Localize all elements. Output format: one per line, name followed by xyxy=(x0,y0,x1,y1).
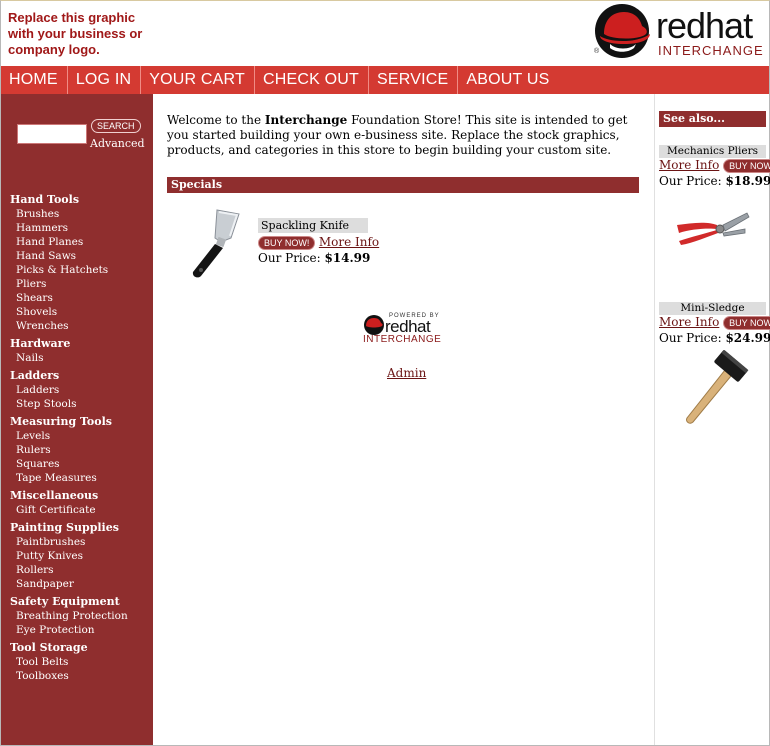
related-product-name[interactable]: Mechanics Pliers xyxy=(659,145,766,158)
category-item[interactable]: Levels xyxy=(10,429,150,443)
redhat-mini-icon xyxy=(364,315,384,335)
specials-header: Specials xyxy=(167,177,639,193)
related-product: Mini-Sledge More Info BUY NOW! Our Price… xyxy=(659,302,770,426)
category-group: Ladders Ladders Step Stools xyxy=(10,369,150,411)
price-value: $18.99 xyxy=(725,174,770,188)
category-item[interactable]: Hand Saws xyxy=(10,249,150,263)
category-item[interactable]: Shears xyxy=(10,291,150,305)
advanced-search-link[interactable]: Advanced xyxy=(90,137,145,150)
category-item[interactable]: Tape Measures xyxy=(10,471,150,485)
welcome-text: Welcome to the Interchange Foundation St… xyxy=(167,113,639,158)
category-item[interactable]: Ladders xyxy=(10,383,150,397)
category-title[interactable]: Safety Equipment xyxy=(10,595,150,609)
nav-about-us[interactable]: ABOUT US xyxy=(458,66,558,94)
price-value: $24.99 xyxy=(725,331,770,345)
category-item[interactable]: Hammers xyxy=(10,221,150,235)
brand-wordmark: redhat xyxy=(656,5,753,46)
buy-now-button[interactable]: BUY NOW! xyxy=(723,159,770,173)
related-product-price: Our Price: $24.99 xyxy=(659,330,770,346)
price-label: Our Price: xyxy=(659,174,726,188)
admin-link[interactable]: Admin xyxy=(387,366,426,380)
category-group: Measuring Tools Levels Rulers Squares Ta… xyxy=(10,415,150,485)
related-product: Mechanics Pliers More Info BUY NOW! Our … xyxy=(659,145,770,251)
left-sidebar: SEARCH Advanced Hand Tools Brushes Hamme… xyxy=(1,94,153,745)
nav-your-cart[interactable]: YOUR CART xyxy=(141,66,255,94)
category-item[interactable]: Picks & Hatchets xyxy=(10,263,150,277)
right-sidebar: See also... Mechanics Pliers More Info B… xyxy=(659,111,770,424)
more-info-link[interactable]: More Info xyxy=(319,235,379,249)
category-title[interactable]: Hardware xyxy=(10,337,150,351)
category-item[interactable]: Toolboxes xyxy=(10,669,150,683)
category-group: Hardware Nails xyxy=(10,337,150,365)
redhat-interchange-logo[interactable]: ® redhat INTERCHANGE xyxy=(594,4,764,60)
mechanics-pliers-image[interactable] xyxy=(673,203,753,251)
price-label: Our Price: xyxy=(659,331,726,345)
price-value: $14.99 xyxy=(324,251,371,265)
category-item[interactable]: Paintbrushes xyxy=(10,535,150,549)
category-item[interactable]: Squares xyxy=(10,457,150,471)
price-label: Our Price: xyxy=(258,251,325,265)
category-item[interactable]: Shovels xyxy=(10,305,150,319)
category-group: Miscellaneous Gift Certificate xyxy=(10,489,150,517)
mini-sledge-image[interactable] xyxy=(673,350,753,426)
main-content: Welcome to the Interchange Foundation St… xyxy=(167,113,639,380)
buy-now-button[interactable]: BUY NOW! xyxy=(723,316,770,330)
nav-service[interactable]: SERVICE xyxy=(369,66,459,94)
category-item[interactable]: Hand Planes xyxy=(10,235,150,249)
category-group: Painting Supplies Paintbrushes Putty Kni… xyxy=(10,521,150,591)
more-info-link[interactable]: More Info xyxy=(659,315,719,329)
main-nav: HOME LOG IN YOUR CART CHECK OUT SERVICE … xyxy=(1,66,769,94)
related-product-actions: More Info BUY NOW! xyxy=(659,158,770,173)
redhat-shadowman-icon xyxy=(595,4,650,58)
category-item[interactable]: Wrenches xyxy=(10,319,150,333)
category-item[interactable]: Brushes xyxy=(10,207,150,221)
spackling-knife-image[interactable] xyxy=(187,208,243,280)
category-item[interactable]: Step Stools xyxy=(10,397,150,411)
category-title[interactable]: Measuring Tools xyxy=(10,415,150,429)
special-product-info: Spackling Knife BUY NOW! More Info Our P… xyxy=(258,218,379,266)
category-group: Tool Storage Tool Belts Toolboxes xyxy=(10,641,150,683)
category-list: Hand Tools Brushes Hammers Hand Planes H… xyxy=(10,193,150,683)
more-info-link[interactable]: More Info xyxy=(659,158,719,172)
welcome-before: Welcome to the xyxy=(167,113,265,127)
powered-subtitle: INTERCHANGE xyxy=(363,334,442,345)
buy-now-button[interactable]: BUY NOW! xyxy=(258,236,316,250)
category-group: Hand Tools Brushes Hammers Hand Planes H… xyxy=(10,193,150,333)
category-group: Safety Equipment Breathing Protection Ey… xyxy=(10,595,150,637)
special-product-actions: BUY NOW! More Info xyxy=(258,235,379,250)
category-title[interactable]: Ladders xyxy=(10,369,150,383)
brand-subtitle: INTERCHANGE xyxy=(658,43,764,58)
category-item[interactable]: Breathing Protection xyxy=(10,609,150,623)
powered-by-logo[interactable]: POWERED BY redhat INTERCHANGE xyxy=(363,313,453,349)
category-item[interactable]: Rollers xyxy=(10,563,150,577)
registered-mark: ® xyxy=(594,48,600,55)
category-item[interactable]: Gift Certificate xyxy=(10,503,150,517)
category-title[interactable]: Hand Tools xyxy=(10,193,150,207)
related-product-actions: More Info BUY NOW! xyxy=(659,315,770,330)
see-also-header: See also... xyxy=(659,111,766,127)
category-item[interactable]: Pliers xyxy=(10,277,150,291)
welcome-brand: Interchange xyxy=(264,113,348,127)
search-input[interactable] xyxy=(17,124,87,144)
related-product-name[interactable]: Mini-Sledge xyxy=(659,302,766,315)
category-item[interactable]: Nails xyxy=(10,351,150,365)
category-item[interactable]: Eye Protection xyxy=(10,623,150,637)
category-item[interactable]: Rulers xyxy=(10,443,150,457)
category-title[interactable]: Miscellaneous xyxy=(10,489,150,503)
related-product-price: Our Price: $18.99 xyxy=(659,173,770,189)
category-title[interactable]: Tool Storage xyxy=(10,641,150,655)
nav-home[interactable]: HOME xyxy=(1,66,68,94)
category-item[interactable]: Sandpaper xyxy=(10,577,150,591)
special-product-name[interactable]: Spackling Knife xyxy=(258,218,368,233)
search-button[interactable]: SEARCH xyxy=(91,119,141,133)
category-title[interactable]: Painting Supplies xyxy=(10,521,150,535)
nav-check-out[interactable]: CHECK OUT xyxy=(255,66,370,94)
category-item[interactable]: Tool Belts xyxy=(10,655,150,669)
special-product-price: Our Price: $14.99 xyxy=(258,250,371,266)
logo-placeholder[interactable]: Replace this graphic with your business … xyxy=(8,10,148,58)
column-divider xyxy=(654,94,655,745)
nav-log-in[interactable]: LOG IN xyxy=(68,66,142,94)
category-item[interactable]: Putty Knives xyxy=(10,549,150,563)
